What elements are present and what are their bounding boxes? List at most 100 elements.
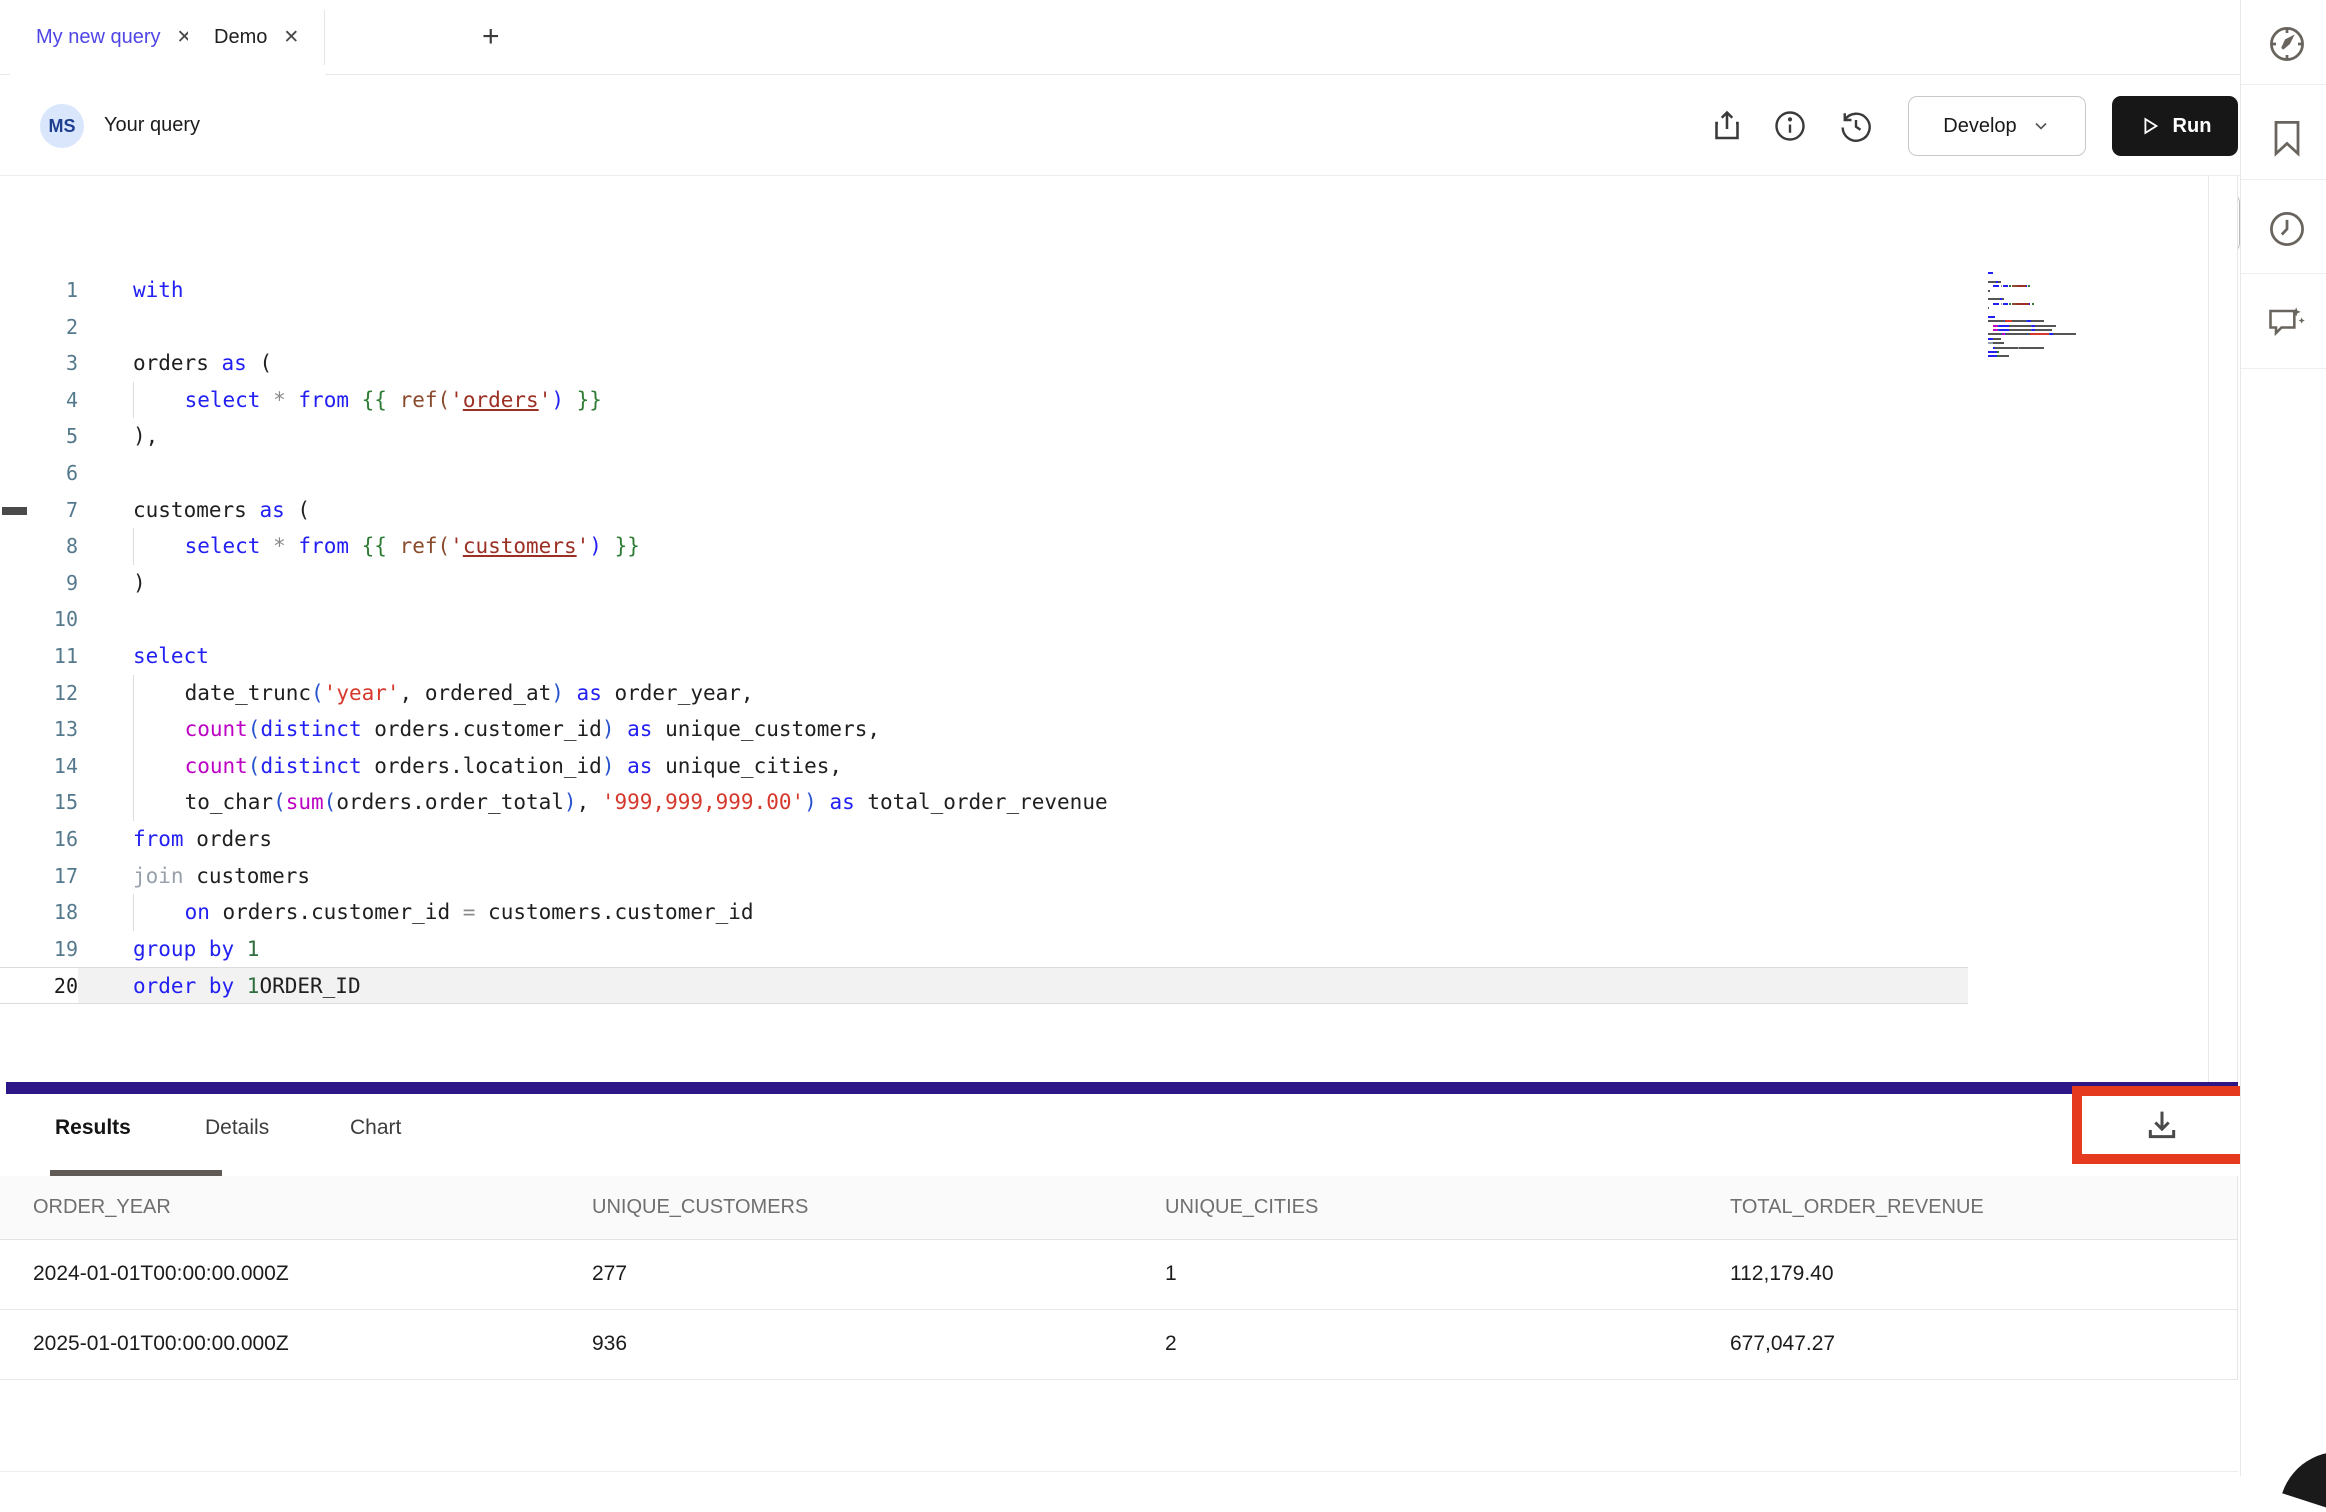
develop-dropdown[interactable]: Develop bbox=[1908, 96, 2086, 156]
table-cell: 1 bbox=[1165, 1262, 1177, 1286]
code-token: orders bbox=[463, 388, 539, 412]
share-icon[interactable] bbox=[1709, 108, 1745, 144]
table-body: 2024-01-01T00:00:00.000Z2771112,179.4020… bbox=[0, 1240, 2237, 1380]
code-token: ref( bbox=[400, 388, 451, 412]
editor-scrollbar-thumb[interactable] bbox=[2, 507, 27, 515]
code-token bbox=[349, 388, 362, 412]
download-button[interactable] bbox=[2142, 1105, 2182, 1145]
code-line[interactable]: 6 bbox=[0, 455, 2208, 492]
editor-minimap[interactable] bbox=[1988, 272, 2092, 364]
code-token bbox=[134, 900, 185, 924]
tab-separator bbox=[324, 10, 325, 65]
minimap-token bbox=[2018, 303, 2028, 305]
develop-label: Develop bbox=[1943, 115, 2016, 138]
code-token bbox=[260, 534, 273, 558]
minimap-line bbox=[1988, 329, 2092, 331]
line-number: 4 bbox=[0, 382, 78, 419]
code-text: date_trunc('year', ordered_at) as order_… bbox=[78, 675, 754, 712]
code-line[interactable]: 7customers as ( bbox=[0, 492, 2208, 529]
code-token: customers bbox=[133, 498, 259, 522]
sql-editor[interactable]: 1with23orders as (4 select * from {{ ref… bbox=[0, 176, 2208, 1082]
code-token: }} bbox=[577, 388, 602, 412]
bookmark-icon[interactable] bbox=[2265, 116, 2309, 160]
minimap-token bbox=[1988, 272, 1993, 274]
table-bottom-border bbox=[0, 1471, 2238, 1472]
code-text: ) bbox=[78, 565, 146, 602]
code-line[interactable]: 15 to_char(sum(orders.order_total), '999… bbox=[0, 784, 2208, 821]
line-number: 2 bbox=[0, 309, 78, 346]
code-line[interactable]: 17join customers bbox=[0, 858, 2208, 895]
table-row[interactable]: 2025-01-01T00:00:00.000Z9362677,047.27 bbox=[0, 1310, 2237, 1380]
code-line[interactable]: 16from orders bbox=[0, 821, 2208, 858]
code-token: order by bbox=[133, 974, 234, 998]
code-token: count bbox=[185, 717, 248, 741]
code-token: ( bbox=[248, 754, 261, 778]
table-row[interactable]: 2024-01-01T00:00:00.000Z2771112,179.40 bbox=[0, 1240, 2237, 1310]
minimap-line bbox=[1988, 272, 2092, 274]
code-token: ) bbox=[804, 790, 817, 814]
line-number: 14 bbox=[0, 748, 78, 785]
compass-icon[interactable] bbox=[2265, 22, 2309, 66]
code-token: 'year' bbox=[324, 681, 400, 705]
chat-sparkle-icon[interactable] bbox=[2265, 300, 2309, 344]
editor-scrollbar-track[interactable] bbox=[2208, 176, 2238, 1082]
code-token: customers bbox=[463, 534, 577, 558]
tab-demo[interactable]: Demo ✕ bbox=[188, 0, 325, 75]
line-number: 17 bbox=[0, 858, 78, 895]
right-sidebar bbox=[2240, 0, 2326, 1476]
line-number: 16 bbox=[0, 821, 78, 858]
minimap-token bbox=[1988, 355, 1997, 357]
avatar[interactable]: MS bbox=[40, 104, 84, 148]
code-token bbox=[134, 534, 185, 558]
line-number: 5 bbox=[0, 418, 78, 455]
code-lines: 1with23orders as (4 select * from {{ ref… bbox=[0, 272, 2208, 1004]
minimap-token bbox=[2012, 320, 2026, 322]
minimap-line bbox=[1988, 347, 2092, 349]
close-icon[interactable]: ✕ bbox=[283, 26, 299, 49]
history-icon[interactable] bbox=[1838, 108, 1874, 144]
minimap-line bbox=[1988, 276, 2092, 278]
code-text bbox=[78, 309, 133, 346]
code-line[interactable]: 12 date_trunc('year', ordered_at) as ord… bbox=[0, 675, 2208, 712]
sidebar-divider bbox=[2241, 273, 2326, 274]
minimap-token bbox=[2053, 333, 2076, 335]
line-number: 8 bbox=[0, 528, 78, 565]
query-header bbox=[0, 76, 2240, 176]
add-tab-button[interactable]: + bbox=[482, 20, 500, 54]
clock-icon[interactable] bbox=[2265, 207, 2309, 251]
code-line[interactable]: 19group by 1 bbox=[0, 931, 2208, 968]
code-line[interactable]: 18 on orders.customer_id = customers.cus… bbox=[0, 894, 2208, 931]
code-token: ( bbox=[285, 498, 310, 522]
code-line[interactable]: 9) bbox=[0, 565, 2208, 602]
results-tab-results[interactable]: Results bbox=[55, 1116, 131, 1140]
line-number: 11 bbox=[0, 638, 78, 675]
results-tab-details[interactable]: Details bbox=[205, 1116, 269, 1140]
code-line[interactable]: 4 select * from {{ ref('orders') }} bbox=[0, 382, 2208, 419]
code-line[interactable]: 2 bbox=[0, 309, 2208, 346]
minimap-token bbox=[2035, 325, 2056, 327]
minimap-token bbox=[2032, 303, 2034, 305]
tab-label: Demo bbox=[214, 26, 267, 49]
code-token: order_year, bbox=[602, 681, 754, 705]
code-line[interactable]: 13 count(distinct orders.customer_id) as… bbox=[0, 711, 2208, 748]
code-line[interactable]: 3orders as ( bbox=[0, 345, 2208, 382]
code-token: = bbox=[463, 900, 476, 924]
minimap-token bbox=[2002, 298, 2004, 300]
run-button[interactable]: Run bbox=[2112, 96, 2238, 156]
line-number: 9 bbox=[0, 565, 78, 602]
code-line[interactable]: 8 select * from {{ ref('customers') }} bbox=[0, 528, 2208, 565]
results-tab-chart[interactable]: Chart bbox=[350, 1116, 401, 1140]
panel-resize-divider[interactable] bbox=[6, 1082, 2238, 1094]
minimap-token bbox=[1988, 320, 2004, 322]
code-line[interactable]: 10 bbox=[0, 601, 2208, 638]
minimap-token bbox=[2031, 320, 2045, 322]
code-line[interactable]: 1with bbox=[0, 272, 2208, 309]
code-line[interactable]: 14 count(distinct orders.location_id) as… bbox=[0, 748, 2208, 785]
code-line[interactable]: 11select bbox=[0, 638, 2208, 675]
code-token: ( bbox=[273, 790, 286, 814]
code-line[interactable]: 20order by 1ORDER_ID bbox=[0, 967, 1968, 1004]
info-icon[interactable] bbox=[1772, 108, 1808, 144]
code-line[interactable]: 5), bbox=[0, 418, 2208, 455]
minimap-line bbox=[1988, 320, 2092, 322]
minimap-line bbox=[1988, 316, 2092, 318]
